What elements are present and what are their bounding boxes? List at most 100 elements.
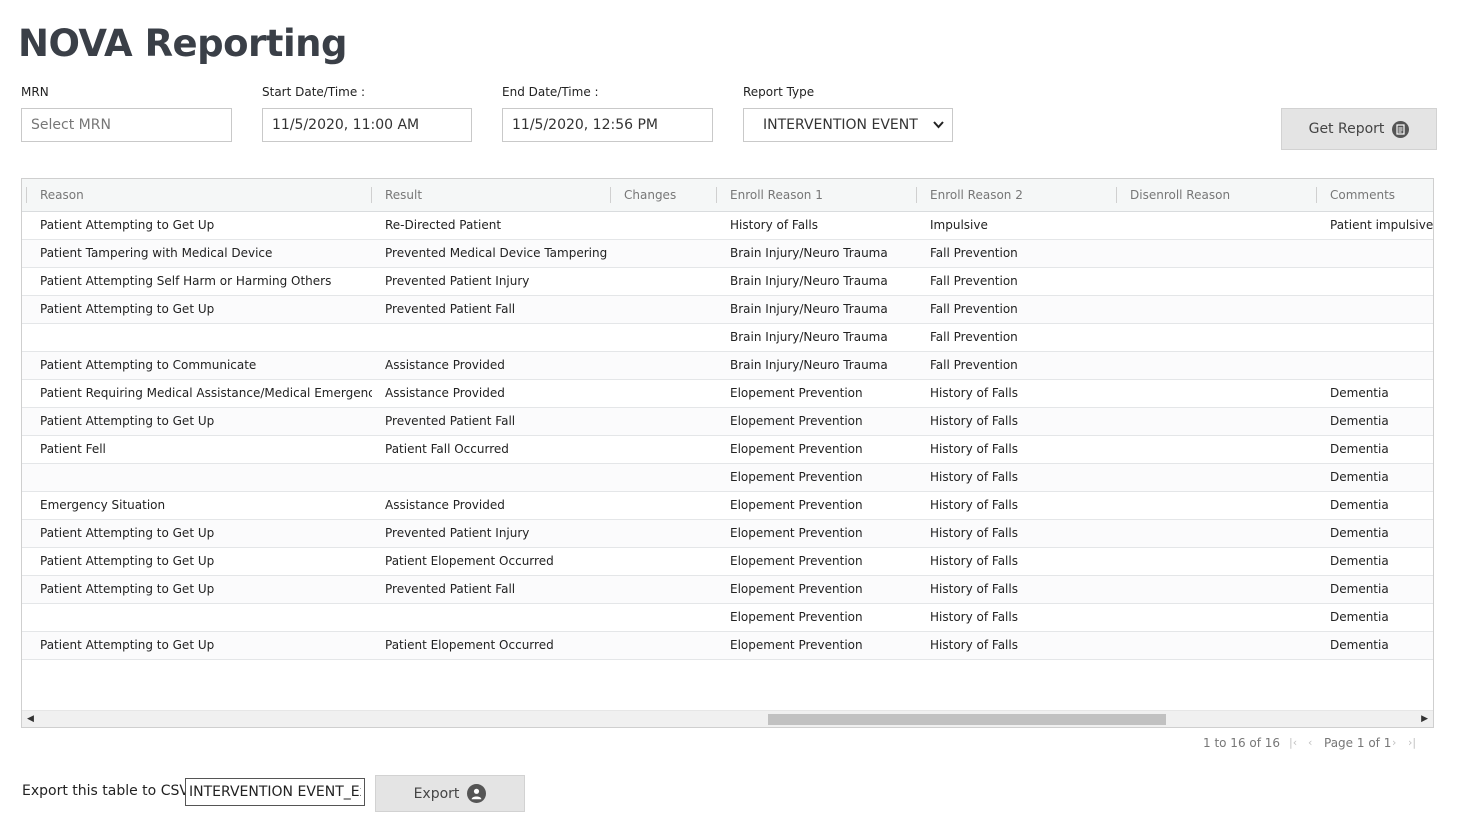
start-datetime-input[interactable] (262, 108, 472, 142)
cell-disenroll-reason (1117, 576, 1317, 603)
cell-comments: Dementia (1330, 498, 1389, 512)
cell-enroll-reason-1: Elopement Prevention (730, 442, 863, 456)
table-row[interactable]: Patient Requiring Medical Assistance/Med… (22, 380, 1433, 408)
table-row[interactable]: Patient Attempting to Get Up Patient Elop… (22, 632, 1433, 660)
end-datetime-group: End Date/Time : (502, 84, 713, 142)
table-row[interactable]: Patient Attempting to Get Up Prevented Pa… (22, 296, 1433, 324)
cell-result (372, 324, 611, 351)
cell-reason: Patient Attempting to Get Up (40, 554, 215, 568)
previous-page-button[interactable]: ‹ (1308, 736, 1312, 749)
cell-reason (27, 464, 372, 491)
scrollbar-thumb[interactable] (768, 714, 1166, 725)
cell-reason: Patient Tampering with Medical Device (40, 246, 273, 260)
cell-comments: Dementia (1330, 554, 1389, 568)
table-header: Reason Result Changes Enroll Reason 1 En… (22, 179, 1433, 212)
cell-disenroll-reason (1117, 212, 1317, 239)
cell-comments: Dementia (1330, 526, 1389, 540)
get-report-label: Get Report (1308, 121, 1385, 137)
table-row[interactable]: Emergency Situation Assistance Provided El… (22, 492, 1433, 520)
mrn-input[interactable] (21, 108, 232, 142)
column-header-reason[interactable]: Reason (27, 179, 372, 211)
table-row[interactable]: Patient Tampering with Medical Device Pre… (22, 240, 1433, 268)
scroll-left-arrow[interactable]: ◀ (27, 711, 34, 727)
column-header-changes[interactable]: Changes (611, 179, 717, 211)
cell-result: Re-Directed Patient (385, 218, 502, 232)
last-page-button[interactable]: ›| (1408, 736, 1416, 749)
cell-enroll-reason-1: Elopement Prevention (730, 638, 863, 652)
cell-comments: Dementia (1330, 386, 1389, 400)
table-row[interactable]: Patient Attempting to Get Up Re-Directed … (22, 212, 1433, 240)
cell-changes (611, 548, 717, 575)
cell-enroll-reason-2: Fall Prevention (930, 302, 1018, 316)
cell-changes (611, 520, 717, 547)
cell-changes (611, 632, 717, 659)
cell-comments: Patient impulsive. (1330, 218, 1433, 232)
cell-disenroll-reason (1117, 240, 1317, 267)
table-row[interactable]: Brain Injury/Neuro Trauma Fall Prevention (22, 324, 1433, 352)
cell-enroll-reason-2: Fall Prevention (930, 246, 1018, 260)
cell-changes (611, 492, 717, 519)
cell-enroll-reason-2: History of Falls (930, 638, 1018, 652)
cell-result: Assistance Provided (385, 386, 505, 400)
cell-reason: Patient Attempting Self Harm or Harming … (40, 274, 332, 288)
cell-enroll-reason-2: History of Falls (930, 610, 1018, 624)
column-header-result[interactable]: Result (372, 179, 612, 211)
cell-comments (1317, 324, 1433, 351)
end-datetime-input[interactable] (502, 108, 713, 142)
cell-result: Patient Fall Occurred (385, 442, 509, 456)
table-row[interactable]: Elopement Prevention History of Falls Deme… (22, 604, 1433, 632)
get-report-button[interactable]: Get Report (1281, 108, 1437, 150)
cell-changes (611, 296, 717, 323)
cell-enroll-reason-2: History of Falls (930, 526, 1018, 540)
table-row[interactable]: Patient Attempting to Get Up Prevented Pa… (22, 408, 1433, 436)
user-download-icon (467, 784, 487, 803)
export-button[interactable]: Export (375, 775, 525, 812)
column-header-comments[interactable]: Comments (1317, 179, 1433, 211)
column-header-disenroll-reason[interactable]: Disenroll Reason (1117, 179, 1317, 211)
cell-enroll-reason-1: Elopement Prevention (730, 414, 863, 428)
cell-result: Prevented Patient Fall (385, 302, 516, 316)
export-filename-input[interactable] (185, 778, 365, 806)
cell-result: Prevented Patient Injury (385, 526, 530, 540)
report-type-value: INTERVENTION EVENT (763, 117, 918, 133)
scroll-right-arrow[interactable]: ▶ (1421, 711, 1428, 727)
cell-enroll-reason-1: Elopement Prevention (730, 470, 863, 484)
table-row[interactable]: Elopement Prevention History of Falls Deme… (22, 464, 1433, 492)
cell-reason: Patient Requiring Medical Assistance/Med… (40, 386, 372, 400)
cell-enroll-reason-2: Fall Prevention (930, 274, 1018, 288)
start-datetime-group: Start Date/Time : (262, 84, 472, 142)
cell-changes (611, 380, 717, 407)
row-count-summary: 1 to 16 of 16 (1203, 736, 1281, 750)
report-type-group: Report Type INTERVENTION EVENT (743, 84, 953, 142)
cell-result (372, 464, 611, 491)
cell-enroll-reason-1: Brain Injury/Neuro Trauma (730, 246, 888, 260)
export-button-label: Export (413, 785, 460, 802)
end-datetime-label: End Date/Time : (502, 85, 599, 99)
report-type-select[interactable]: INTERVENTION EVENT (743, 108, 953, 142)
horizontal-scrollbar[interactable]: ◀ ▶ (22, 710, 1433, 727)
cell-enroll-reason-1: Elopement Prevention (730, 526, 863, 540)
next-page-button[interactable]: › (1392, 736, 1396, 749)
export-label: Export this table to CSV: (22, 783, 193, 799)
table-row[interactable]: Patient Attempting Self Harm or Harming … (22, 268, 1433, 296)
cell-disenroll-reason (1117, 604, 1317, 631)
cell-result: Patient Elopement Occurred (385, 554, 554, 568)
cell-result (372, 604, 611, 631)
cell-changes (611, 408, 717, 435)
table-body: Patient Attempting to Get Up Re-Directed … (22, 212, 1433, 660)
cell-comments: Dementia (1330, 638, 1389, 652)
cell-enroll-reason-2: History of Falls (930, 554, 1018, 568)
column-header-enroll-reason-2[interactable]: Enroll Reason 2 (917, 179, 1117, 211)
table-row[interactable]: Patient Attempting to Get Up Prevented Pa… (22, 520, 1433, 548)
table-row[interactable]: Patient Attempting to Communicate Assista… (22, 352, 1433, 380)
first-page-button[interactable]: |‹ (1289, 736, 1297, 749)
column-header-enroll-reason-1[interactable]: Enroll Reason 1 (717, 179, 917, 211)
cell-comments (1317, 268, 1433, 295)
cell-disenroll-reason (1117, 352, 1317, 379)
cell-result: Prevented Patient Fall (385, 414, 516, 428)
table-row[interactable]: Patient Attempting to Get Up Patient Elop… (22, 548, 1433, 576)
table-row[interactable]: Patient Attempting to Get Up Prevented Pa… (22, 576, 1433, 604)
report-type-label: Report Type (743, 85, 815, 99)
table-row[interactable]: Patient Fell Patient Fall Occurred Elopeme… (22, 436, 1433, 464)
cell-comments: Dementia (1330, 610, 1389, 624)
